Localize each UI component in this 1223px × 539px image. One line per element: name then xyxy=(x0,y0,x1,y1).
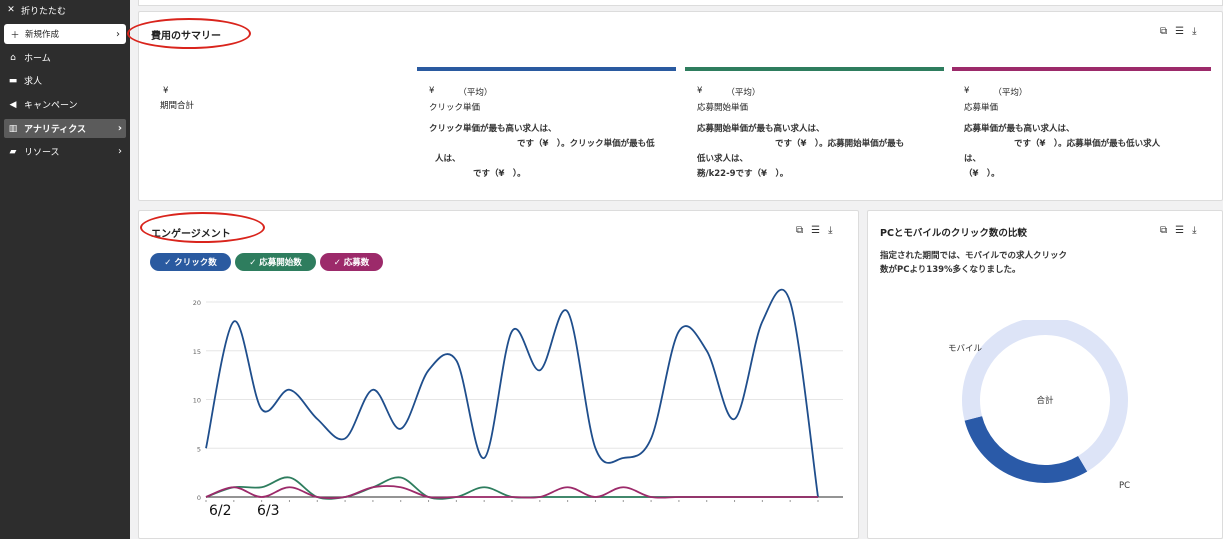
pc-mobile-desc-line1: 指定された期間では、モバイルでの求人クリック xyxy=(880,251,1068,261)
cpa-currency: ¥ xyxy=(964,86,970,96)
megaphone-icon: ◀ xyxy=(9,99,17,110)
y-tick-label: 20 xyxy=(193,299,201,307)
download-icon[interactable]: ⤓ xyxy=(1192,225,1196,236)
mobile-label: モバイル xyxy=(948,344,983,354)
cpa-desc-b: です（¥ ）。応募単価が最も低い求人 xyxy=(1014,139,1161,149)
cpa-column: ¥ （平均） 応募単価 応募単価が最も高い求人は、 です（¥ ）。応募単価が最も低… xyxy=(952,67,1211,182)
cpc-desc-d: です（¥ ）。 xyxy=(473,169,526,179)
cpas-currency: ¥ xyxy=(697,86,703,96)
cpc-desc-c: 人は、 xyxy=(435,154,461,164)
sidebar-item-jobs[interactable]: ▬ 求人 xyxy=(4,71,126,90)
sidebar-item-label: ホーム xyxy=(24,54,51,64)
cpas-avg: （平均） xyxy=(726,88,761,98)
cpas-label: 応募開始単価 xyxy=(697,103,749,113)
chevron-right-icon: › xyxy=(118,146,122,157)
cpc-currency: ¥ xyxy=(429,86,435,96)
period-total-label: 期間合計 xyxy=(160,101,195,111)
download-icon[interactable]: ⤓ xyxy=(1192,26,1196,37)
donut-slice xyxy=(964,415,1088,483)
x-annotation-6-3: 6/3 xyxy=(257,503,280,519)
top-card-edge xyxy=(138,0,1223,6)
download-icon[interactable]: ⤓ xyxy=(828,225,832,236)
list-icon[interactable]: ☰ xyxy=(811,225,820,236)
y-tick-label: 15 xyxy=(193,348,201,356)
chevron-right-icon: › xyxy=(117,123,122,134)
briefcase-icon: ▬ xyxy=(8,75,18,86)
sidebar: ✕ 折りたたむ ＋ 新規作成 › ⌂ ホーム ▬ 求人 ◀ キャンペーン ▥ ア… xyxy=(0,0,130,539)
engagement-line-chart: 0 5 10 15 20 xyxy=(193,288,843,502)
series-line xyxy=(205,476,818,500)
open-external-icon[interactable]: ⧉ xyxy=(796,225,803,236)
cpc-avg: （平均） xyxy=(458,88,493,98)
sidebar-item-label: アナリティクス xyxy=(24,125,87,135)
open-external-icon[interactable]: ⧉ xyxy=(1160,26,1167,37)
summary-toolbar: ⧉ ☰ ⤓ xyxy=(1160,26,1197,37)
annotation-oval xyxy=(127,18,251,49)
x-annotation-6-2: 6/2 xyxy=(209,503,232,519)
open-external-icon[interactable]: ⧉ xyxy=(1160,225,1167,236)
cpc-column: ¥ （平均） クリック単価 クリック単価が最も高い求人は、 です（¥ ）。クリック… xyxy=(417,67,676,182)
new-create-label: 新規作成 xyxy=(25,30,60,40)
sidebar-item-campaigns[interactable]: ◀ キャンペーン xyxy=(4,95,126,114)
cpa-bar xyxy=(952,67,1211,71)
applies-toggle-pill[interactable]: ✓ 応募数 xyxy=(320,253,383,271)
cpas-bar xyxy=(685,67,944,71)
cpas-desc-c: 低い求人は、 xyxy=(697,154,749,164)
cpc-desc-a: クリック単価が最も高い求人は、 xyxy=(429,124,557,134)
close-icon: ✕ xyxy=(7,5,15,15)
cpa-avg: （平均） xyxy=(993,88,1028,98)
cpa-desc-a: 応募単価が最も高い求人は、 xyxy=(964,124,1075,134)
sidebar-item-analytics[interactable]: ▥ アナリティクス › xyxy=(4,119,126,138)
cpa-desc-c: は、 xyxy=(964,154,982,164)
cpc-desc-b: です（¥ ）。クリック単価が最も低 xyxy=(517,139,655,149)
bar-chart-icon: ▥ xyxy=(8,123,18,134)
folder-icon: ▰ xyxy=(9,146,17,157)
cpc-label: クリック単価 xyxy=(429,103,481,113)
pc-mobile-title: PCとモバイルのクリック数の比較 xyxy=(880,228,1027,239)
cpas-desc-b: です（¥ ）。応募開始単価が最も xyxy=(775,139,905,149)
plus-icon: ＋ xyxy=(10,30,20,41)
sidebar-item-label: キャンペーン xyxy=(24,101,78,111)
pc-label: PC xyxy=(1119,481,1131,491)
sidebar-item-label: リソース xyxy=(24,148,60,158)
new-create-button[interactable]: ＋ 新規作成 › xyxy=(4,24,126,44)
list-icon[interactable]: ☰ xyxy=(1175,26,1184,37)
apply-starts-toggle-pill[interactable]: ✓ 応募開始数 xyxy=(235,253,316,271)
chevron-right-icon: › xyxy=(116,28,120,40)
cpas-desc-d: 務/k22-9です（¥ ）。 xyxy=(697,169,789,179)
cpa-label: 応募単価 xyxy=(964,103,999,113)
cpas-column: ¥ （平均） 応募開始単価 応募開始単価が最も高い求人は、 です（¥ ）。応募開始… xyxy=(685,67,944,182)
sidebar-item-label: 求人 xyxy=(24,77,43,87)
period-currency: ¥ xyxy=(163,86,169,96)
cpa-desc-d: （¥ ）。 xyxy=(964,169,1000,179)
sidebar-item-home[interactable]: ⌂ ホーム xyxy=(4,48,126,67)
pc-mobile-description: 指定された期間では、モバイルでの求人クリック 数がPCより139%多くなりました… xyxy=(880,249,1095,277)
pc-mobile-desc-line2: 数がPCより139%多くなりました。 xyxy=(880,265,1021,275)
list-icon[interactable]: ☰ xyxy=(1175,225,1184,236)
annotation-oval xyxy=(140,212,265,243)
y-tick-label: 0 xyxy=(197,494,201,502)
collapse-button[interactable]: ✕ 折りたたむ xyxy=(6,2,66,18)
sidebar-item-resources[interactable]: ▰ リソース › xyxy=(4,142,126,161)
engagement-toolbar: ⧉ ☰ ⤓ xyxy=(796,225,833,236)
pc-mobile-toolbar: ⧉ ☰ ⤓ xyxy=(1160,225,1197,236)
series-line xyxy=(205,485,818,500)
collapse-label: 折りたたむ xyxy=(21,6,67,17)
cpc-bar xyxy=(417,67,676,71)
y-tick-label: 10 xyxy=(193,397,201,405)
y-tick-label: 5 xyxy=(197,445,201,453)
clicks-toggle-pill[interactable]: ✓ クリック数 xyxy=(150,253,231,271)
series-line xyxy=(205,288,819,498)
cpas-desc-a: 応募開始単価が最も高い求人は、 xyxy=(697,124,825,134)
donut-center-label: 合計 xyxy=(1036,395,1054,406)
home-icon: ⌂ xyxy=(10,52,16,63)
